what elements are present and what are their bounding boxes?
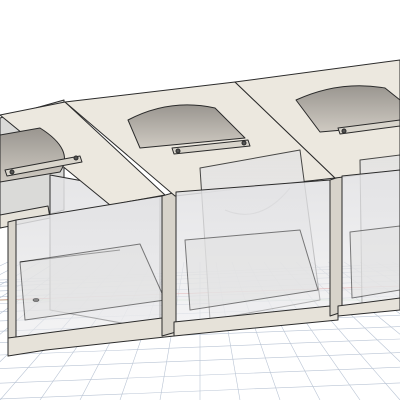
module-middle-screw-b [241, 140, 247, 146]
module-middle-divider-post [329, 175, 343, 317]
viewport-canvas[interactable] [0, 0, 400, 400]
module-left-divider-post [161, 191, 177, 337]
module-left-screw-b [73, 155, 79, 161]
module-left-side-panel [7, 219, 17, 355]
module-left-screw-a [9, 169, 15, 175]
origin-marker [32, 298, 40, 302]
module-right-screw-a [341, 128, 347, 134]
module-middle-screw-a [175, 148, 181, 154]
module-right-floor [349, 225, 400, 299]
3d-viewport[interactable] [0, 0, 400, 400]
organizer-model[interactable] [0, 59, 400, 357]
